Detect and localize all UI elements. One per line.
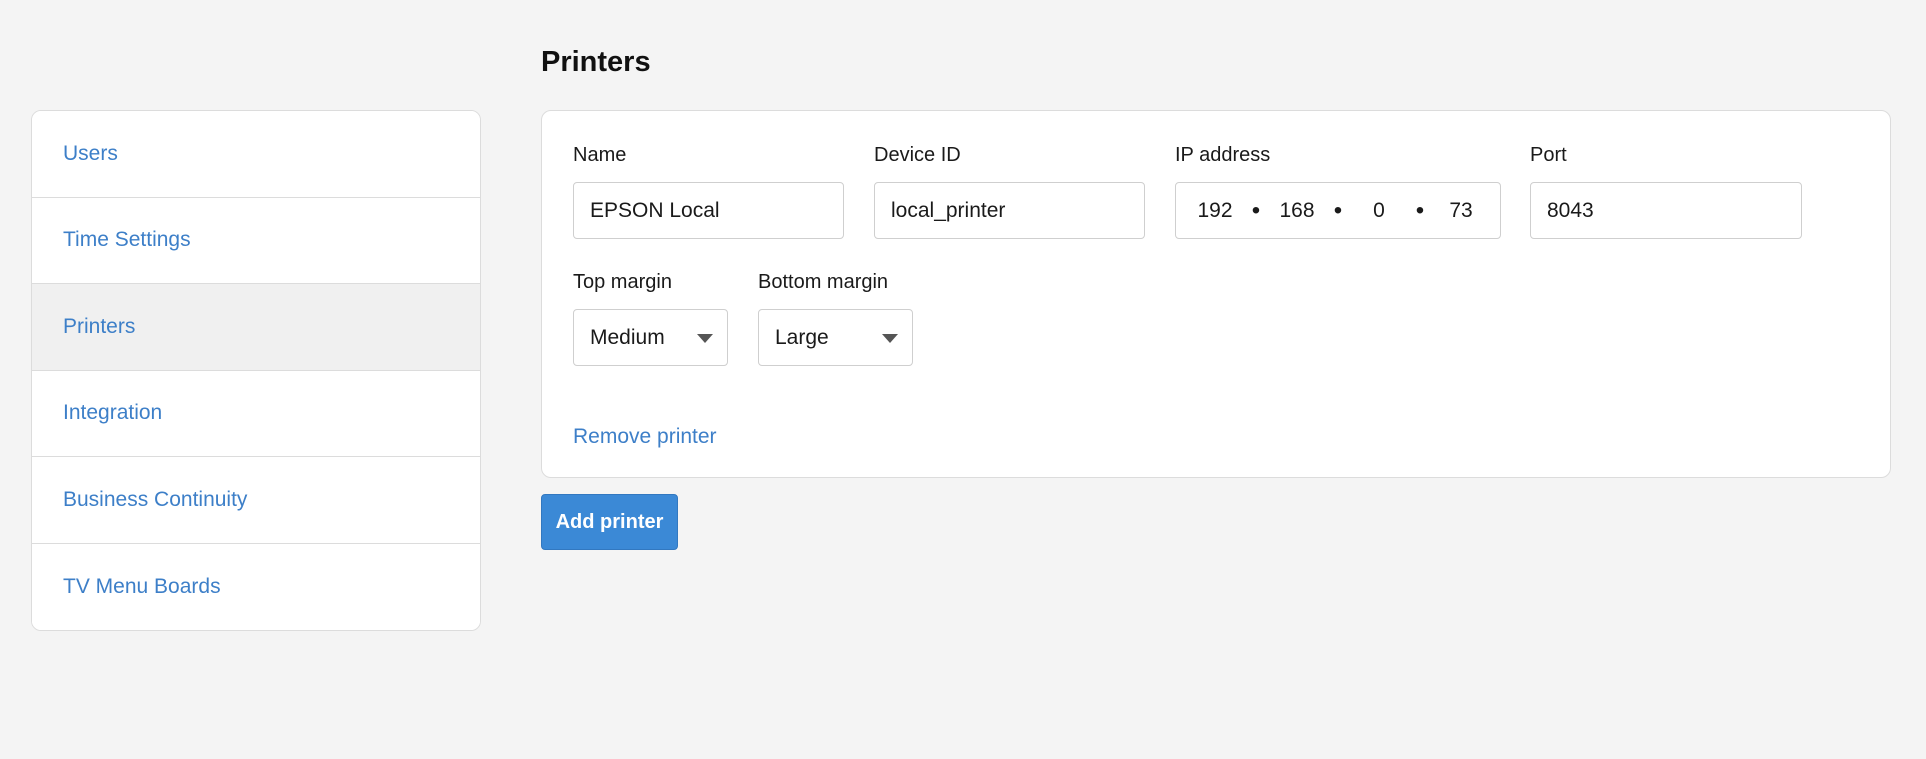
sidebar-item-time-settings[interactable]: Time Settings xyxy=(32,197,480,284)
printer-card: Name Device ID IP address • • • Port Top… xyxy=(541,110,1891,478)
ip-address-field: • • • xyxy=(1175,182,1501,239)
add-printer-button[interactable]: Add printer xyxy=(541,494,678,550)
settings-sidebar: Users Time Settings Printers Integration… xyxy=(31,110,481,631)
name-input[interactable] xyxy=(573,182,844,239)
bottom-margin-value: Large xyxy=(775,325,829,349)
top-margin-label: Top margin xyxy=(573,271,672,293)
name-label: Name xyxy=(573,144,627,166)
sidebar-item-tv-menu-boards[interactable]: TV Menu Boards xyxy=(32,543,480,630)
ip-octet-1[interactable] xyxy=(1186,198,1244,223)
sidebar-item-label: Time Settings xyxy=(63,228,191,252)
sidebar-item-label: Business Continuity xyxy=(63,487,248,511)
dot-separator-icon: • xyxy=(1333,196,1343,224)
sidebar-item-business-continuity[interactable]: Business Continuity xyxy=(32,457,480,544)
ip-octet-2[interactable] xyxy=(1268,198,1326,223)
caret-down-icon xyxy=(697,334,713,343)
ip-octet-3[interactable] xyxy=(1350,198,1408,223)
sidebar-item-label: TV Menu Boards xyxy=(63,574,221,598)
device-id-label: Device ID xyxy=(874,144,961,166)
port-input[interactable] xyxy=(1530,182,1802,239)
remove-printer-link[interactable]: Remove printer xyxy=(573,425,717,449)
sidebar-item-printers[interactable]: Printers xyxy=(32,284,480,371)
sidebar-item-label: Users xyxy=(63,141,118,165)
device-id-input[interactable] xyxy=(874,182,1145,239)
sidebar-item-label: Printers xyxy=(63,314,136,338)
ip-octet-4[interactable] xyxy=(1432,198,1490,223)
page-title: Printers xyxy=(541,46,651,78)
sidebar-item-label: Integration xyxy=(63,401,163,425)
ip-address-label: IP address xyxy=(1175,144,1271,166)
sidebar-item-users[interactable]: Users xyxy=(32,111,480,198)
top-margin-value: Medium xyxy=(590,325,665,349)
sidebar-item-integration[interactable]: Integration xyxy=(32,370,480,457)
caret-down-icon xyxy=(882,334,898,343)
dot-separator-icon: • xyxy=(1251,196,1261,224)
port-label: Port xyxy=(1530,144,1567,166)
dot-separator-icon: • xyxy=(1415,196,1425,224)
bottom-margin-label: Bottom margin xyxy=(758,271,889,293)
bottom-margin-select[interactable]: Large xyxy=(758,309,913,366)
top-margin-select[interactable]: Medium xyxy=(573,309,728,366)
